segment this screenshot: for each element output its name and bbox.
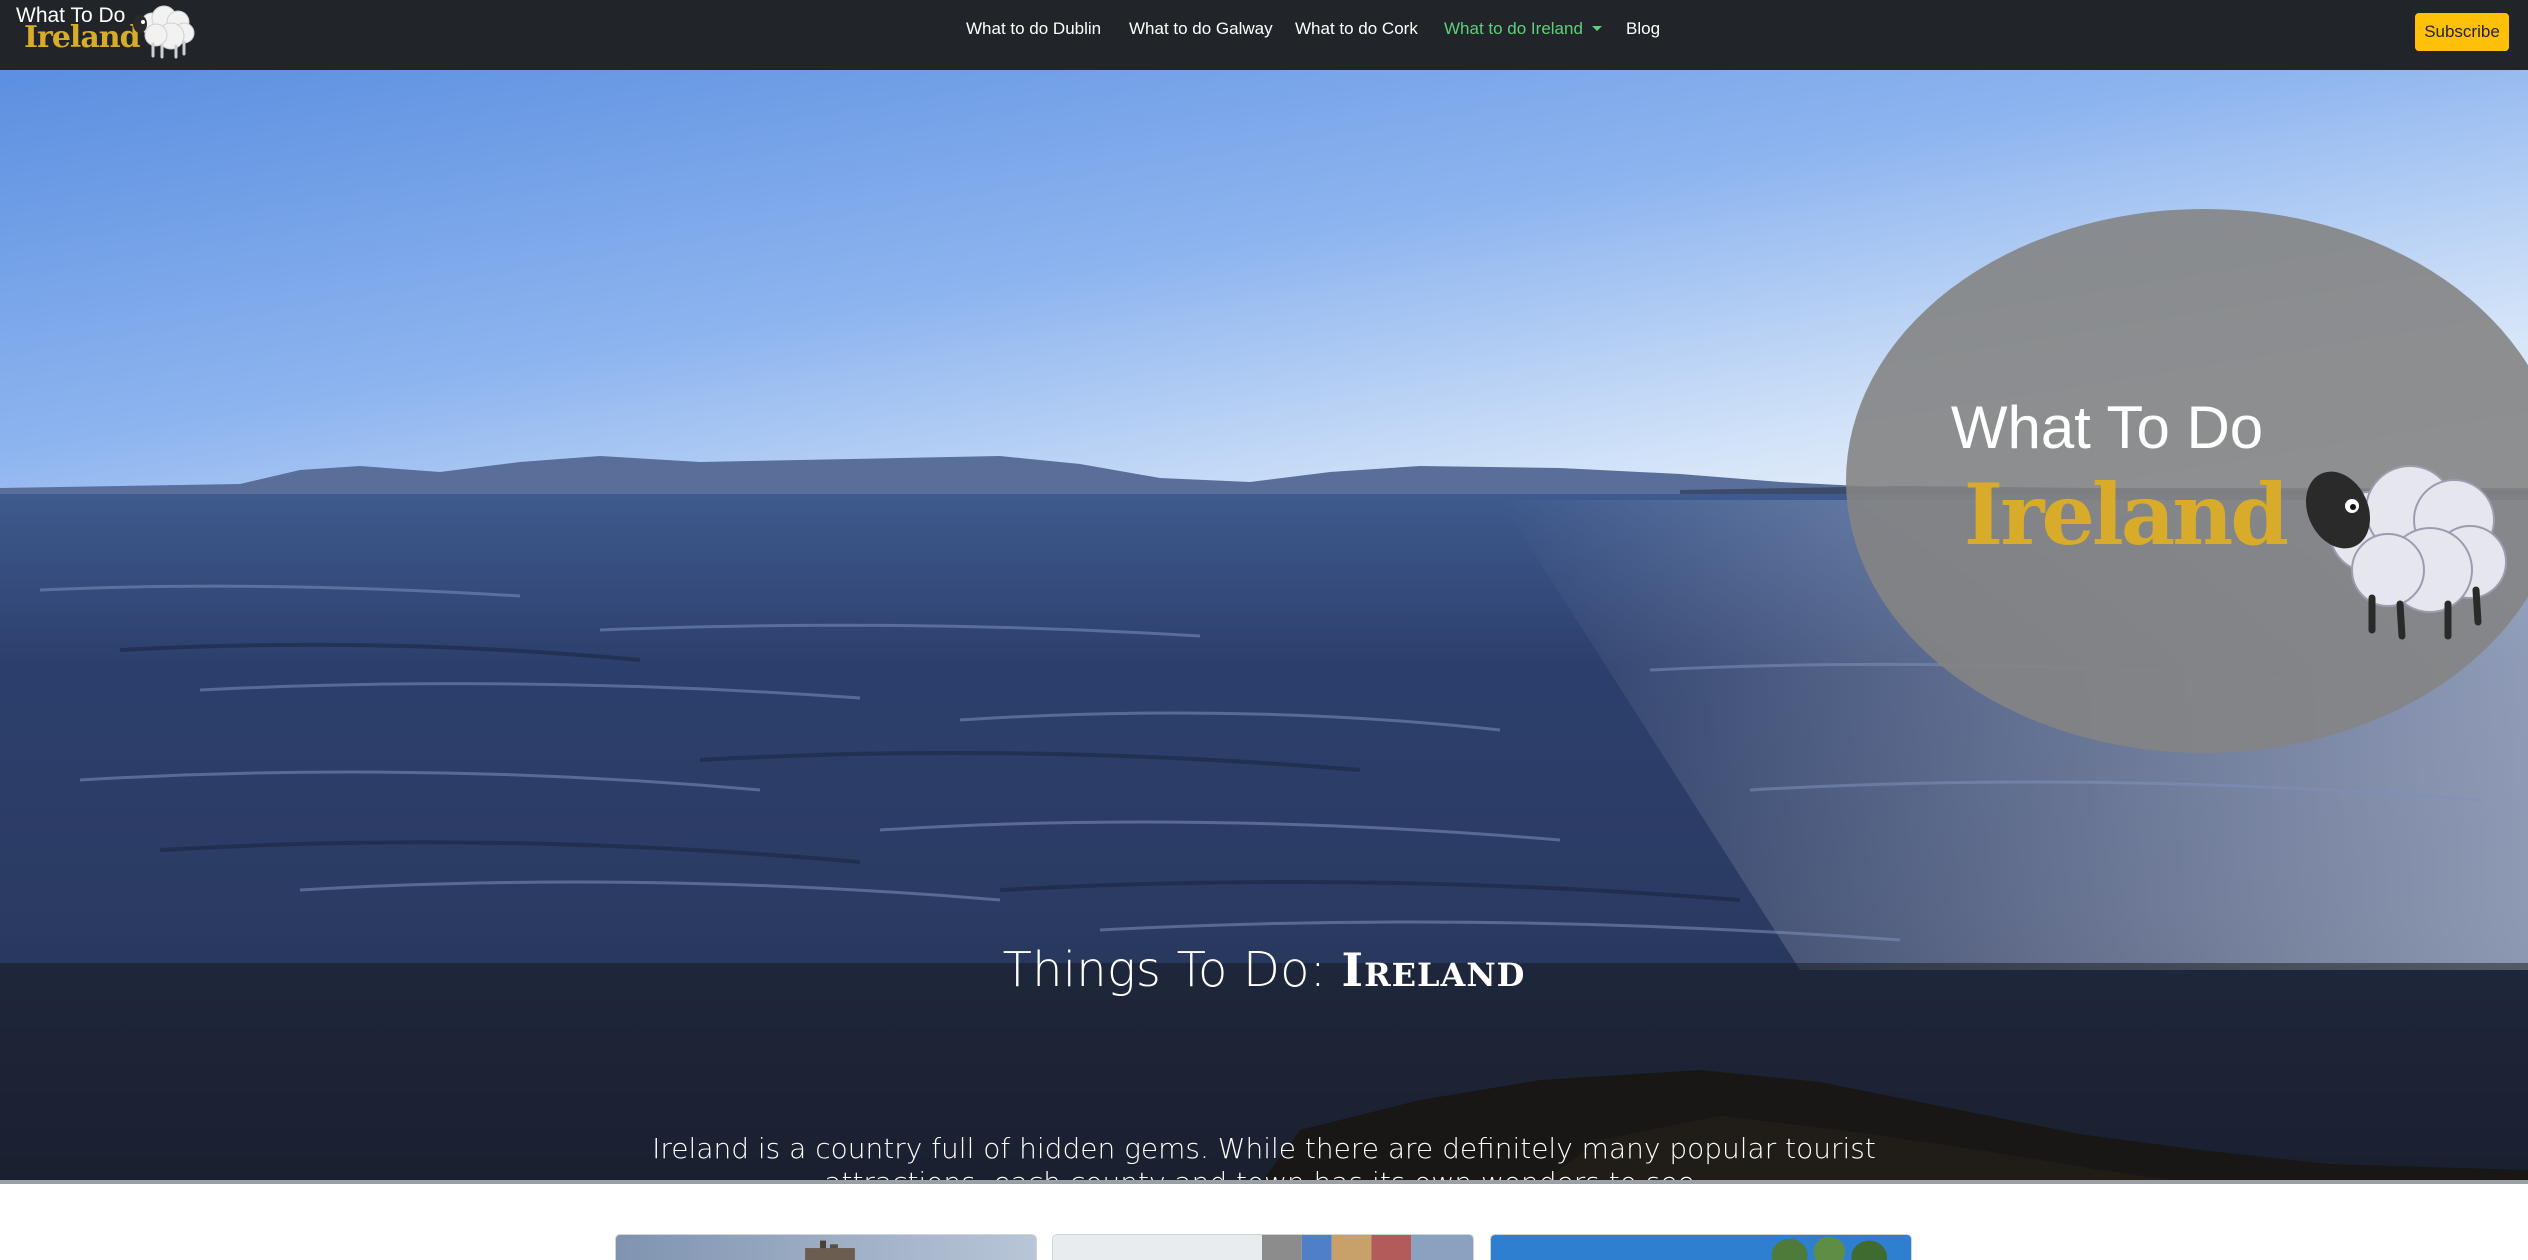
card-cathedral[interactable] bbox=[615, 1234, 1037, 1260]
chevron-down-icon bbox=[1591, 26, 1602, 31]
nav-link-ireland-label: What to do Ireland bbox=[1444, 19, 1583, 38]
card-street[interactable] bbox=[1052, 1234, 1474, 1260]
hero-title-prefix: Things To Do: bbox=[1002, 942, 1327, 998]
hero-title: Things To Do: Ireland bbox=[0, 942, 2528, 998]
nav-link-blog[interactable]: Blog bbox=[1626, 19, 1660, 39]
hero-divider bbox=[0, 1180, 2528, 1184]
hero-section: What To Do Ireland bbox=[0, 70, 2528, 1184]
nav-dropdown-ireland[interactable]: What to do Ireland bbox=[1444, 19, 1602, 39]
colourful-street-photo bbox=[1053, 1235, 1473, 1260]
hero-logo-line1: What To Do bbox=[1951, 394, 2263, 461]
card-tree[interactable] bbox=[1490, 1234, 1912, 1260]
destination-cards bbox=[0, 1184, 2528, 1260]
hero-title-place: Ireland bbox=[1341, 943, 1526, 997]
hero-logo-line2: Ireland bbox=[1964, 465, 2287, 564]
cathedral-photo bbox=[616, 1235, 1036, 1260]
top-navbar: What To Do Ireland What to do Dublin Wha… bbox=[0, 0, 2528, 70]
nav-link-galway[interactable]: What to do Galway bbox=[1129, 19, 1273, 39]
nav-link-cork[interactable]: What to do Cork bbox=[1295, 19, 1418, 39]
brand-logo-link[interactable]: What To Do Ireland bbox=[12, 0, 198, 64]
brand-line2: Ireland bbox=[24, 20, 141, 55]
subscribe-button[interactable]: Subscribe bbox=[2415, 13, 2509, 51]
tree-photo bbox=[1491, 1235, 1911, 1260]
sheep-icon bbox=[133, 5, 195, 59]
nav-link-dublin[interactable]: What to do Dublin bbox=[966, 19, 1101, 39]
